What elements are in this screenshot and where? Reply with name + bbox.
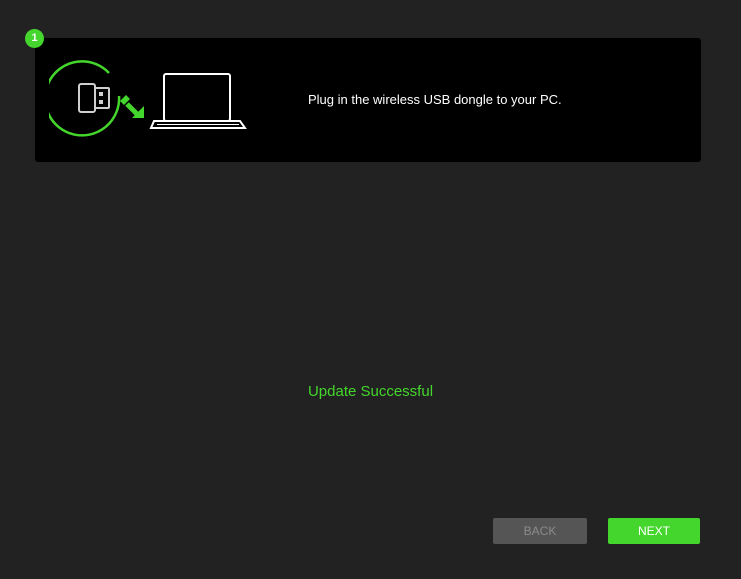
arrow-icon bbox=[120, 95, 144, 118]
usb-to-laptop-illustration bbox=[49, 60, 247, 137]
update-wizard-screen: 1 Plug in the wireless USB dongle to you… bbox=[0, 0, 741, 579]
step-card: Plug in the wireless USB dongle to your … bbox=[35, 38, 701, 162]
step-number-badge: 1 bbox=[25, 29, 44, 48]
laptop-icon bbox=[149, 73, 247, 129]
usb-dongle-icon bbox=[49, 60, 121, 137]
update-status-message: Update Successful bbox=[307, 383, 434, 400]
step-instruction: Plug in the wireless USB dongle to your … bbox=[308, 92, 562, 107]
back-button[interactable]: BACK bbox=[493, 518, 587, 544]
next-button[interactable]: NEXT bbox=[608, 518, 700, 544]
